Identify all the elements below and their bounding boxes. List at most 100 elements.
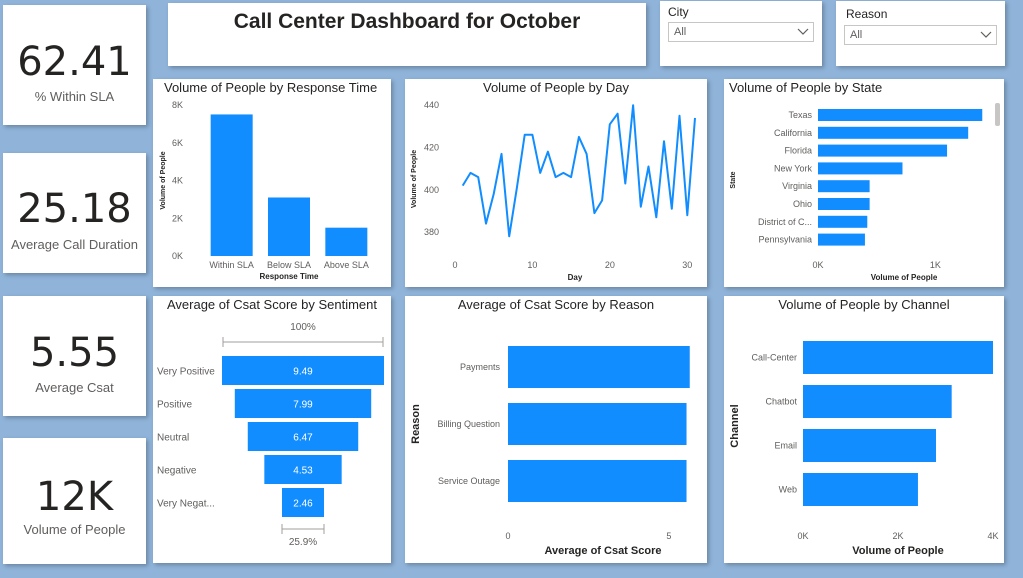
y-tick-label: 400 <box>424 185 439 195</box>
chart-csat-reason: Payments Billing Question Service Outage 0 5… <box>410 346 690 557</box>
x-tick-label: 5 <box>666 531 671 541</box>
city-dropdown[interactable]: All <box>668 22 814 42</box>
x-tick-label: 1K <box>930 260 941 270</box>
category-label: Negative <box>157 466 197 477</box>
y-tick-label: Virginia <box>782 181 812 191</box>
reason-slicer[interactable]: Reason All <box>836 1 1005 66</box>
x-tick-label: 0 <box>452 260 457 270</box>
reason-slicer-label: Reason <box>846 7 888 21</box>
y-tick-label: New York <box>774 163 813 173</box>
y-tick-label: Florida <box>784 146 812 156</box>
bar <box>818 126 969 139</box>
y-tick-label: Service Outage <box>438 476 500 486</box>
x-tick-label: 0K <box>812 260 823 270</box>
x-tick-label: 0 <box>505 531 510 541</box>
bar <box>325 227 368 256</box>
x-axis-title: Response Time <box>260 272 320 281</box>
kpi-card-volume-of-people: 12K Volume of People <box>3 438 146 564</box>
y-axis-title: State <box>730 171 737 188</box>
bar <box>803 429 936 462</box>
x-tick-label: Within SLA <box>209 260 254 270</box>
kpi-card-within-sla: 62.41 % Within SLA <box>3 5 146 125</box>
scrollbar <box>995 103 1000 126</box>
category-label: Very Negat... <box>157 499 215 510</box>
y-tick-label: Call-Center <box>751 353 797 363</box>
chart-card-by-channel: Volume of People by Channel Call-Center C… <box>724 296 1004 563</box>
y-tick-label: 0K <box>172 251 183 261</box>
chart-by-day: 380 400 420 440 0 10 20 30 Day Volume of People <box>411 100 696 282</box>
kpi-label: % Within SLA <box>34 89 115 104</box>
y-tick-label: Chatbot <box>765 397 797 407</box>
y-tick-label: 4K <box>172 176 183 186</box>
kpi-value: 62.41 <box>17 39 132 85</box>
y-tick-label: California <box>774 128 812 138</box>
y-tick-label: Email <box>774 441 797 451</box>
bar <box>508 460 687 502</box>
data-label: 9.49 <box>293 367 313 378</box>
bar <box>268 197 310 256</box>
bar <box>818 144 948 157</box>
chart-card-csat-reason: Average of Csat Score by Reason Payments… <box>405 296 707 563</box>
data-label: 7.99 <box>293 400 313 411</box>
kpi-value: 5.55 <box>29 330 120 376</box>
chevron-down-icon[interactable] <box>980 30 992 40</box>
y-tick-label: Payments <box>460 362 501 372</box>
reason-dropdown[interactable]: All <box>844 25 997 45</box>
bar <box>818 162 903 175</box>
chart-card-response-time: Volume of People by Response Time 0K 2K 4K… <box>153 79 391 287</box>
kpi-card-avg-call-duration: 25.18 Average Call Duration <box>3 153 146 273</box>
y-axis-title: Reason <box>410 404 422 444</box>
chart-card-by-day: Volume of People by Day 380 400 420 440 0 10 2… <box>405 79 707 287</box>
kpi-value: 12K <box>35 474 114 520</box>
x-tick-label: 4K <box>987 531 998 541</box>
kpi-label: Average Csat <box>35 380 114 395</box>
y-tick-label: Texas <box>788 110 812 120</box>
y-tick-label: Ohio <box>793 199 812 209</box>
y-tick-label: 420 <box>424 143 439 153</box>
kpi-card-avg-csat: 5.55 Average Csat <box>3 296 146 416</box>
y-tick-label: Pennsylvania <box>758 235 812 245</box>
category-label: Positive <box>157 400 192 411</box>
x-axis-title: Volume of People <box>852 545 943 557</box>
chart-csat-sentiment: 100% 9.49 Very Positive 7.99 Positive 6.47 Neu… <box>157 322 384 548</box>
y-tick-label: 8K <box>172 100 183 110</box>
x-tick-label: 0K <box>797 531 808 541</box>
x-tick-label: 10 <box>527 260 537 270</box>
bar <box>508 346 690 388</box>
data-label: 4.53 <box>293 466 313 477</box>
y-tick-label: Web <box>779 485 797 495</box>
series-line <box>461 104 696 238</box>
city-slicer[interactable]: City All <box>660 1 822 66</box>
bar <box>508 403 687 445</box>
x-tick-label: Above SLA <box>324 260 369 270</box>
y-tick-label: 6K <box>172 138 183 148</box>
chart-by-state: Texas California Florida New York Virginia Oh… <box>730 103 1000 282</box>
bar <box>210 114 253 256</box>
bar <box>818 109 983 121</box>
x-axis-title: Average of Csat Score <box>545 545 662 557</box>
y-tick-label: 2K <box>172 213 183 223</box>
x-axis-title: Volume of People <box>871 273 938 282</box>
category-label: Very Positive <box>157 367 215 378</box>
x-tick-label: 20 <box>605 260 615 270</box>
y-axis-title: Channel <box>729 404 741 447</box>
x-tick-label: Below SLA <box>267 260 311 270</box>
chart-response-time: 0K 2K 4K 6K 8K Within SLA Below SLA Above SLA Re… <box>160 100 369 281</box>
bar <box>803 385 952 418</box>
bar <box>818 233 865 246</box>
y-tick-label: Billing Question <box>437 419 500 429</box>
dashboard-title-card: Call Center Dashboard for October <box>168 3 646 66</box>
chart-by-channel: Call-Center Chatbot Email Web 0K 2K 4K Volume o… <box>729 341 999 557</box>
y-tick-label: District of C... <box>758 217 812 227</box>
kpi-label: Average Call Duration <box>11 237 138 252</box>
chevron-down-icon[interactable] <box>797 27 809 37</box>
bar <box>803 341 993 374</box>
y-axis-title: Volume of People <box>160 151 167 209</box>
kpi-label: Volume of People <box>23 522 126 537</box>
page-title: Call Center Dashboard for October <box>233 10 581 33</box>
bar <box>818 180 870 193</box>
y-tick-label: 440 <box>424 100 439 110</box>
bar <box>803 473 918 506</box>
bar <box>818 198 870 210</box>
category-label: Neutral <box>157 433 189 444</box>
